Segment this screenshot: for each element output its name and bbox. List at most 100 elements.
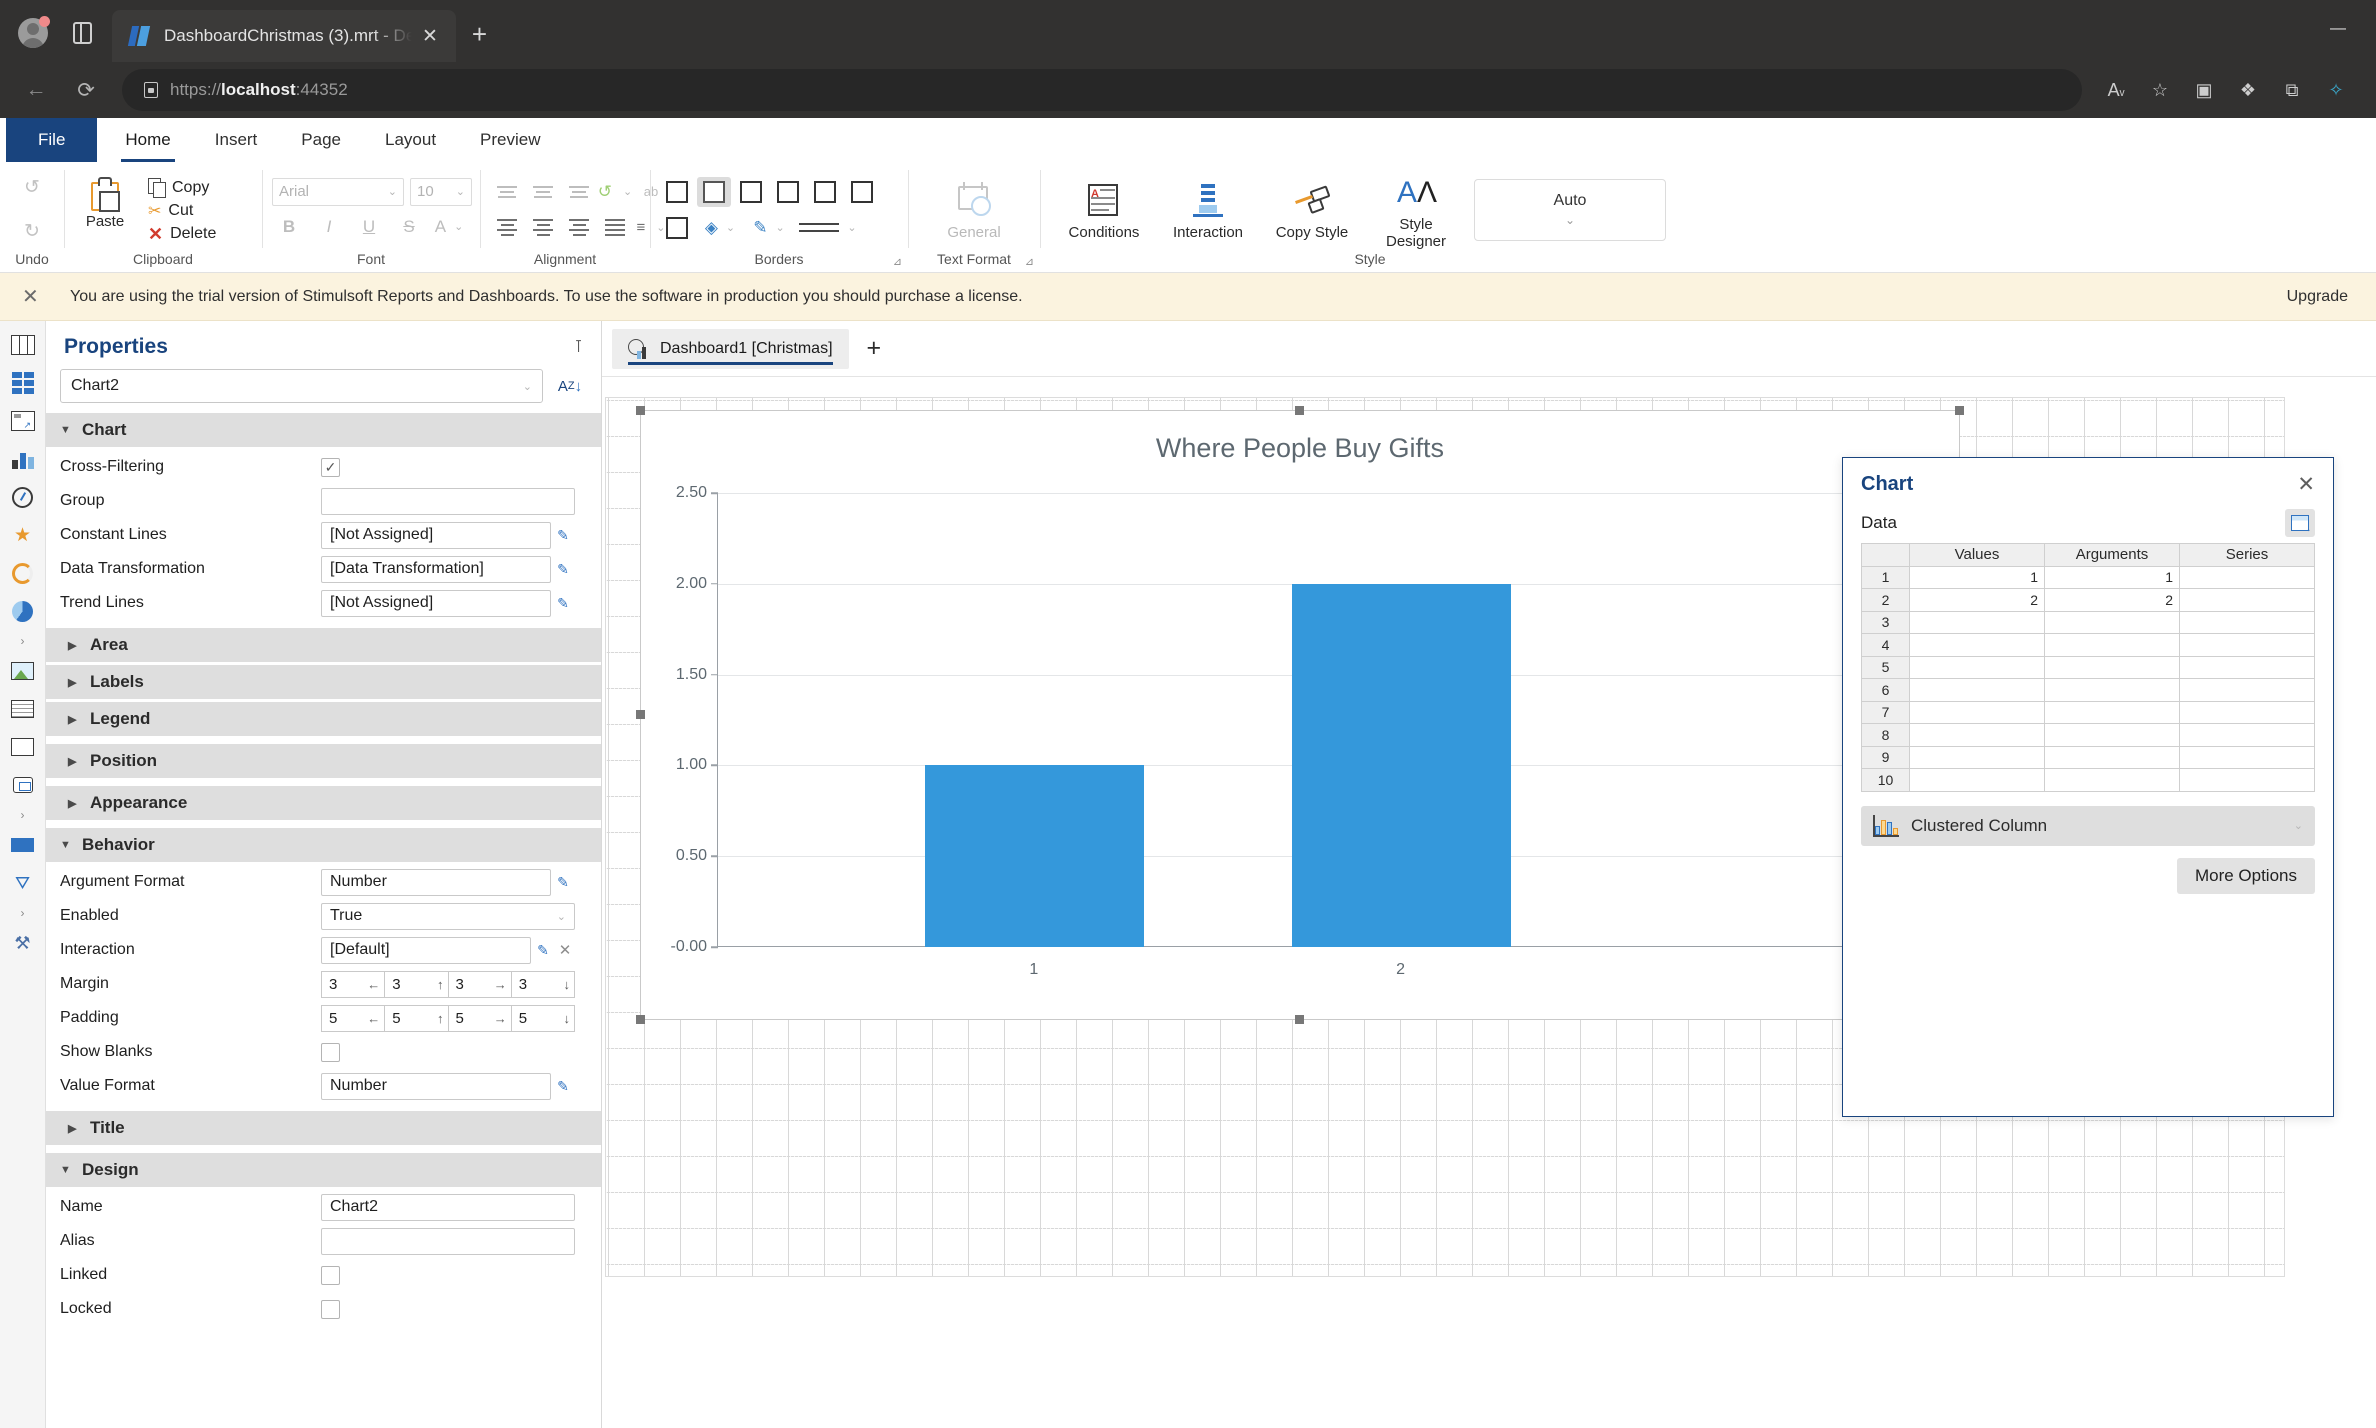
section-header-design[interactable]: ▼ Design	[46, 1153, 601, 1187]
tab-actions-button[interactable]	[62, 10, 102, 56]
cell-series[interactable]	[2179, 745, 2315, 769]
cell-values[interactable]	[1909, 678, 2045, 702]
cell-series[interactable]	[2179, 768, 2315, 792]
cell-arguments[interactable]	[2044, 678, 2180, 702]
redo-icon[interactable]: ↻	[14, 214, 50, 250]
paste-button[interactable]: Paste	[74, 175, 136, 230]
align-justify-icon[interactable]	[598, 213, 632, 243]
table-row[interactable]: 6	[1861, 678, 2315, 702]
border-left-icon[interactable]	[734, 177, 768, 207]
section-header-labels[interactable]: ▶ Labels	[46, 665, 601, 699]
cell-arguments[interactable]	[2044, 723, 2180, 747]
align-left-icon[interactable]	[490, 213, 524, 243]
cell-values[interactable]	[1909, 745, 2045, 769]
border-bottom-icon[interactable]	[845, 177, 879, 207]
cut-button[interactable]: ✂ Cut	[142, 200, 222, 222]
cell-series[interactable]	[2179, 588, 2315, 612]
name-input[interactable]: Chart2	[321, 1193, 575, 1221]
border-top-icon[interactable]	[808, 177, 842, 207]
font-family-select[interactable]: Arial ⌄	[272, 177, 404, 206]
chart-type-select[interactable]: Clustered Column ⌄	[1861, 805, 2315, 846]
linked-checkbox[interactable]	[321, 1265, 340, 1285]
edit-pencil-icon[interactable]: ✎	[551, 595, 575, 612]
text-format-button[interactable]: General	[928, 178, 1020, 241]
section-header-legend[interactable]: ▶ Legend	[46, 702, 601, 736]
indicator-tool-icon[interactable]: ★	[8, 521, 38, 549]
fill-color-icon[interactable]: ◈ ⌄	[697, 213, 743, 243]
trial-banner-upgrade-link[interactable]: Upgrade	[2287, 288, 2354, 306]
section-header-position[interactable]: ▶ Position	[46, 744, 601, 778]
strikethrough-button[interactable]: S	[392, 212, 426, 242]
table-row[interactable]: 1 1 1	[1861, 565, 2315, 589]
cell-values[interactable]	[1909, 723, 2045, 747]
edit-pencil-icon[interactable]: ✎	[531, 942, 555, 959]
copy-style-button[interactable]: Copy Style	[1266, 178, 1358, 241]
ribbon-tab-home[interactable]: Home	[103, 118, 192, 162]
table-row[interactable]: 5	[1861, 655, 2315, 679]
style-gallery-select[interactable]: Auto ⌄	[1474, 178, 1666, 241]
alias-input[interactable]	[321, 1227, 575, 1255]
cell-series[interactable]	[2179, 655, 2315, 679]
pivot-tool-icon[interactable]: ↗	[8, 407, 38, 435]
font-color-button[interactable]: A ⌄	[432, 212, 466, 242]
listbox-tool-icon[interactable]	[8, 695, 38, 723]
clear-icon[interactable]: ✕	[555, 941, 575, 959]
font-size-select[interactable]: 10 ⌄	[410, 177, 472, 206]
cell-values[interactable]: 1	[1909, 565, 2045, 589]
more-options-button[interactable]: More Options	[2176, 857, 2315, 894]
edit-pencil-icon[interactable]: ✎	[551, 561, 575, 578]
edit-pencil-icon[interactable]: ✎	[551, 874, 575, 891]
italic-button[interactable]: I	[312, 212, 346, 242]
new-tab-button[interactable]: +	[456, 19, 503, 50]
resize-handle-tc[interactable]	[1295, 406, 1304, 415]
chart-tool-icon[interactable]	[8, 445, 38, 473]
cell-values[interactable]: 2	[1909, 588, 2045, 612]
delete-button[interactable]: ✕ Delete	[142, 224, 222, 244]
cell-arguments[interactable]: 1	[2044, 565, 2180, 589]
chart-bar[interactable]	[1291, 583, 1511, 947]
text-format-dialog-launcher[interactable]: ⊿	[1025, 255, 1034, 268]
cards-tool-icon[interactable]	[8, 369, 38, 397]
interaction-button[interactable]: Interaction	[1162, 178, 1254, 241]
toolbox-more-2[interactable]: ›	[21, 809, 25, 821]
resize-handle-tr[interactable]	[1955, 406, 1964, 415]
data-transformation-input[interactable]: [Data Transformation]	[321, 555, 551, 583]
border-outline-icon[interactable]	[660, 213, 694, 243]
cell-series[interactable]	[2179, 565, 2315, 589]
align-right-icon[interactable]	[562, 213, 596, 243]
toolbox-more-1[interactable]: ›	[21, 635, 25, 647]
conditions-button[interactable]: A Conditions	[1058, 178, 1150, 241]
cell-series[interactable]	[2179, 678, 2315, 702]
toolbox-more-3[interactable]: ›	[21, 907, 25, 919]
padding-quad-input[interactable]: 5 ← 5 ↑ 5 → 5 ↓	[321, 1004, 575, 1032]
border-right-icon[interactable]	[771, 177, 805, 207]
borders-dialog-launcher[interactable]: ⊿	[893, 255, 902, 268]
align-middle-icon[interactable]	[526, 177, 560, 207]
cell-arguments[interactable]	[2044, 633, 2180, 657]
table-row[interactable]: 10	[1861, 768, 2315, 792]
text-tool-icon[interactable]	[8, 831, 38, 859]
argument-format-input[interactable]: Number	[321, 868, 551, 896]
align-center-icon[interactable]	[526, 213, 560, 243]
ribbon-tab-preview[interactable]: Preview	[458, 118, 562, 162]
border-all-icon[interactable]	[660, 177, 694, 207]
add-dashboard-tab-button[interactable]: +	[849, 334, 900, 363]
table-row[interactable]: 9	[1861, 745, 2315, 769]
read-aloud-icon[interactable]: Aᵥ	[2096, 70, 2136, 110]
table-row[interactable]: 8	[1861, 723, 2315, 747]
locked-checkbox[interactable]	[321, 1299, 340, 1319]
group-input[interactable]	[321, 487, 575, 515]
chart-component[interactable]: Where People Buy Gifts 2.50 2.00 1.50 1.…	[636, 406, 1964, 1024]
chart-data-table[interactable]: Values Arguments Series 1 1 1 2 2 2 3 4 …	[1861, 543, 2315, 792]
section-header-appearance[interactable]: ▶ Appearance	[46, 786, 601, 820]
underline-button[interactable]: U	[352, 212, 386, 242]
cell-series[interactable]	[2179, 700, 2315, 724]
dialog-close-icon[interactable]: ✕	[2297, 472, 2315, 497]
url-input[interactable]: https://localhost:44352	[122, 69, 2082, 111]
style-designer-button[interactable]: AΛ Style Designer	[1370, 170, 1462, 250]
progress-tool-icon[interactable]	[8, 559, 38, 587]
undo-icon[interactable]: ↺	[14, 170, 50, 206]
trial-banner-close-icon[interactable]: ✕	[22, 284, 48, 309]
enabled-select[interactable]: True ⌄	[321, 902, 575, 930]
align-bottom-icon[interactable]	[562, 177, 596, 207]
